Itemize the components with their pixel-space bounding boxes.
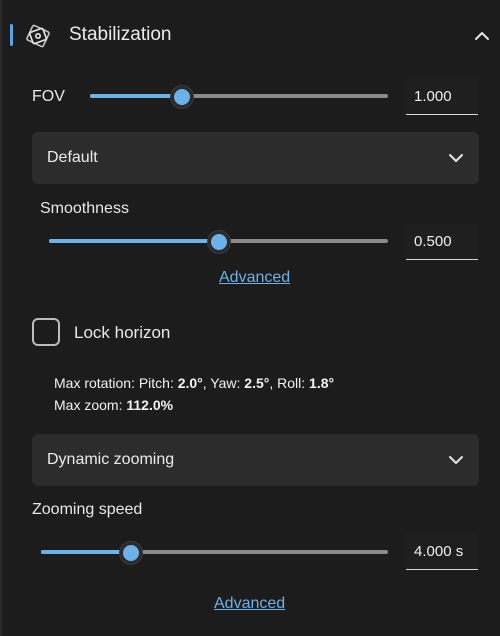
fov-slider-fill: [90, 94, 183, 98]
zooming-speed-slider-thumb[interactable]: [120, 542, 143, 564]
fov-value: 1.000: [414, 88, 452, 105]
chevron-down-icon: [449, 456, 463, 464]
smoothness-slider[interactable]: [49, 231, 388, 253]
pitch-value: 2.0°: [177, 375, 203, 391]
zooming-speed-slider-fill: [41, 550, 132, 554]
max-rotation-text: Max rotation: Pitch: 2.0°, Yaw: 2.5°, Ro…: [54, 375, 334, 391]
smoothness-advanced-link[interactable]: Advanced: [219, 269, 290, 287]
zoom-mode-dropdown-value: Dynamic zooming: [47, 451, 175, 468]
preset-dropdown-value: Default: [47, 149, 98, 166]
chevron-down-icon: [449, 154, 463, 162]
smoothness-value-input[interactable]: 0.500: [406, 224, 478, 260]
max-zoom-prefix: Max zoom:: [54, 397, 127, 413]
zooming-speed-label: Zooming speed: [32, 501, 143, 518]
yaw-value: 2.5°: [244, 375, 270, 391]
yaw-prefix: , Yaw:: [202, 375, 245, 391]
panel-header[interactable]: Stabilization: [2, 0, 500, 72]
lock-horizon-checkbox[interactable]: [32, 318, 60, 346]
fov-label: FOV: [32, 88, 65, 105]
roll-value: 1.8°: [309, 375, 335, 391]
fov-slider-thumb[interactable]: [171, 86, 194, 108]
max-zoom-value: 112.0%: [126, 397, 174, 413]
zooming-speed-slider[interactable]: [41, 542, 388, 564]
smoothness-value: 0.500: [414, 233, 452, 250]
max-zoom-text: Max zoom: 112.0%: [54, 397, 173, 413]
zooming-advanced-link[interactable]: Advanced: [214, 595, 285, 613]
header-accent-bar: [10, 24, 13, 46]
chevron-up-icon[interactable]: [472, 26, 492, 46]
zooming-speed-value-input[interactable]: 4.000 s: [406, 534, 478, 570]
panel-title: Stabilization: [69, 24, 172, 45]
stabilization-icon: [26, 24, 50, 48]
fov-slider[interactable]: [90, 86, 388, 108]
max-rotation-prefix: Max rotation: Pitch:: [54, 375, 178, 391]
preset-dropdown[interactable]: Default: [32, 132, 479, 184]
smoothness-label: Smoothness: [40, 200, 129, 217]
roll-prefix: , Roll:: [269, 375, 310, 391]
smoothness-slider-fill: [49, 239, 219, 243]
stabilization-panel: Stabilization FOV 1.000 Default Smoothne…: [0, 0, 500, 636]
fov-value-input[interactable]: 1.000: [406, 79, 478, 115]
smoothness-slider-thumb[interactable]: [207, 231, 230, 253]
lock-horizon-label[interactable]: Lock horizon: [74, 323, 170, 343]
zoom-mode-dropdown[interactable]: Dynamic zooming: [32, 434, 479, 486]
zooming-speed-value: 4.000 s: [414, 543, 464, 560]
